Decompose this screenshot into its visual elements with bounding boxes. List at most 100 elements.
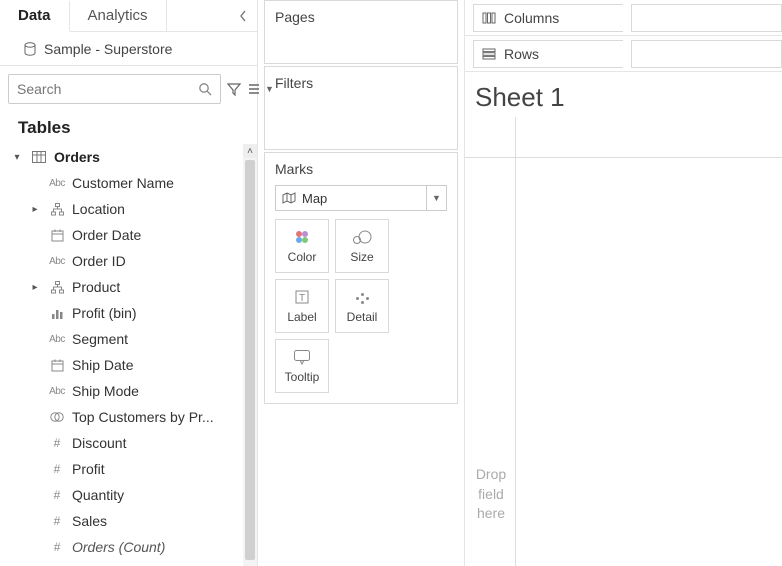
field-label: Ship Date (72, 357, 243, 373)
table-name: Orders (54, 149, 243, 165)
mark-type-dropdown[interactable]: Map ▼ (275, 185, 447, 211)
field-label: Location (72, 201, 243, 217)
fields-tree: ▾ Orders Abc Customer Name ▸ Location Order … (0, 144, 257, 566)
rows-label: Rows (504, 46, 539, 62)
hierarchy-type-icon (51, 203, 64, 216)
datasource-icon (24, 42, 36, 56)
field-row[interactable]: ▸ Location (0, 196, 243, 222)
field-row[interactable]: Abc Ship Mode (0, 378, 243, 404)
mark-size-label: Size (350, 250, 373, 264)
field-label: Segment (72, 331, 243, 347)
search-input-wrap[interactable] (8, 74, 221, 104)
mark-color-label: Color (288, 250, 317, 264)
field-row[interactable]: Abc Customer Name (0, 170, 243, 196)
field-label: Orders (Count) (72, 539, 243, 555)
filters-card[interactable]: Filters (264, 66, 458, 150)
field-label: Profit (72, 461, 243, 477)
field-row[interactable]: ▸Product (0, 274, 243, 300)
field-row[interactable]: #Quantity (0, 482, 243, 508)
chevron-right-icon[interactable]: ▸ (28, 204, 42, 215)
table-row-orders[interactable]: ▾ Orders (0, 144, 243, 170)
view-menu-caret[interactable]: ▼ (265, 84, 274, 94)
bin-type-icon (51, 307, 64, 320)
worksheet-pane: Columns Rows Sheet 1 Drop field (465, 0, 782, 566)
field-row[interactable]: Top Customers by Pr... (0, 404, 243, 430)
field-label: Ship Mode (72, 383, 243, 399)
field-label: Order Date (72, 227, 243, 243)
search-icon (198, 82, 212, 96)
chevron-left-icon (239, 10, 247, 22)
mark-detail-label: Detail (347, 310, 378, 324)
mark-type-label: Map (302, 191, 327, 206)
field-row[interactable]: Profit (bin) (0, 300, 243, 326)
label-icon: T (294, 288, 310, 306)
sheet-title[interactable]: Sheet 1 (465, 72, 782, 117)
filter-icon[interactable] (227, 81, 241, 97)
field-row[interactable]: # Discount (0, 430, 243, 456)
mark-label-button[interactable]: T Label (275, 279, 329, 333)
number-type-icon: # (54, 514, 61, 528)
mark-detail-button[interactable]: Detail (335, 279, 389, 333)
size-icon (352, 228, 372, 246)
tables-heading: Tables (0, 108, 257, 144)
filters-title: Filters (265, 67, 457, 99)
field-label: Customer Name (72, 175, 243, 191)
scroll-up-icon[interactable]: ˄ (243, 144, 257, 158)
mark-label-label: Label (287, 310, 316, 324)
field-row[interactable]: #Sales (0, 508, 243, 534)
mark-size-button[interactable]: Size (335, 219, 389, 273)
field-label: Discount (72, 435, 243, 451)
search-input[interactable] (17, 81, 198, 97)
mark-tooltip-label: Tooltip (285, 370, 320, 384)
tab-analytics[interactable]: Analytics (70, 0, 167, 31)
datasource-name: Sample - Superstore (44, 41, 172, 57)
number-type-icon: # (54, 540, 61, 554)
date-type-icon (51, 229, 64, 242)
field-row[interactable]: Order Date (0, 222, 243, 248)
color-icon (294, 229, 310, 245)
field-row[interactable]: Abc Segment (0, 326, 243, 352)
columns-shelf[interactable]: Columns (465, 0, 782, 36)
date-type-icon (51, 359, 64, 372)
axis-divider-horizontal (465, 157, 782, 158)
tab-data[interactable]: Data (0, 1, 70, 32)
table-icon (30, 151, 48, 163)
field-label: Profit (bin) (72, 305, 243, 321)
number-type-icon: # (54, 436, 61, 450)
drop-field-hint: Drop field here (471, 465, 511, 524)
columns-icon (482, 12, 496, 24)
columns-drop[interactable] (631, 4, 782, 32)
marks-card: Marks Map ▼ Color Size (264, 152, 458, 404)
viz-canvas[interactable]: Drop field here (465, 117, 782, 566)
field-row[interactable]: # Profit (0, 456, 243, 482)
axis-divider-vertical (515, 117, 516, 566)
datasource-row[interactable]: Sample - Superstore (0, 32, 257, 66)
field-label: Quantity (72, 487, 243, 503)
pages-card[interactable]: Pages (264, 0, 458, 64)
string-type-icon: Abc (49, 256, 65, 267)
detail-icon (354, 289, 370, 305)
data-pane: Data Analytics Sample - Superstore (0, 0, 258, 566)
tooltip-icon (293, 348, 311, 366)
chevron-down-icon: ▾ (10, 152, 24, 163)
chevron-right-icon[interactable]: ▸ (28, 282, 42, 293)
scroll-thumb[interactable] (245, 160, 255, 560)
string-type-icon: Abc (49, 334, 65, 345)
marks-title: Marks (265, 153, 457, 185)
field-row[interactable]: # Orders (Count) (0, 534, 243, 560)
field-label: Top Customers by Pr... (72, 409, 243, 425)
mark-tooltip-button[interactable]: Tooltip (275, 339, 329, 393)
string-type-icon: Abc (49, 178, 65, 189)
pages-title: Pages (265, 1, 457, 33)
number-type-icon: # (54, 462, 61, 476)
field-row[interactable]: Abc Order ID (0, 248, 243, 274)
rows-shelf[interactable]: Rows (465, 36, 782, 72)
string-type-icon: Abc (49, 386, 65, 397)
scrollbar[interactable]: ˄ (243, 144, 257, 566)
collapse-left-pane[interactable] (229, 0, 257, 31)
mark-color-button[interactable]: Color (275, 219, 329, 273)
view-list-icon[interactable] (247, 81, 261, 97)
field-label: Order ID (72, 253, 243, 269)
rows-drop[interactable] (631, 40, 782, 68)
field-row[interactable]: Ship Date (0, 352, 243, 378)
